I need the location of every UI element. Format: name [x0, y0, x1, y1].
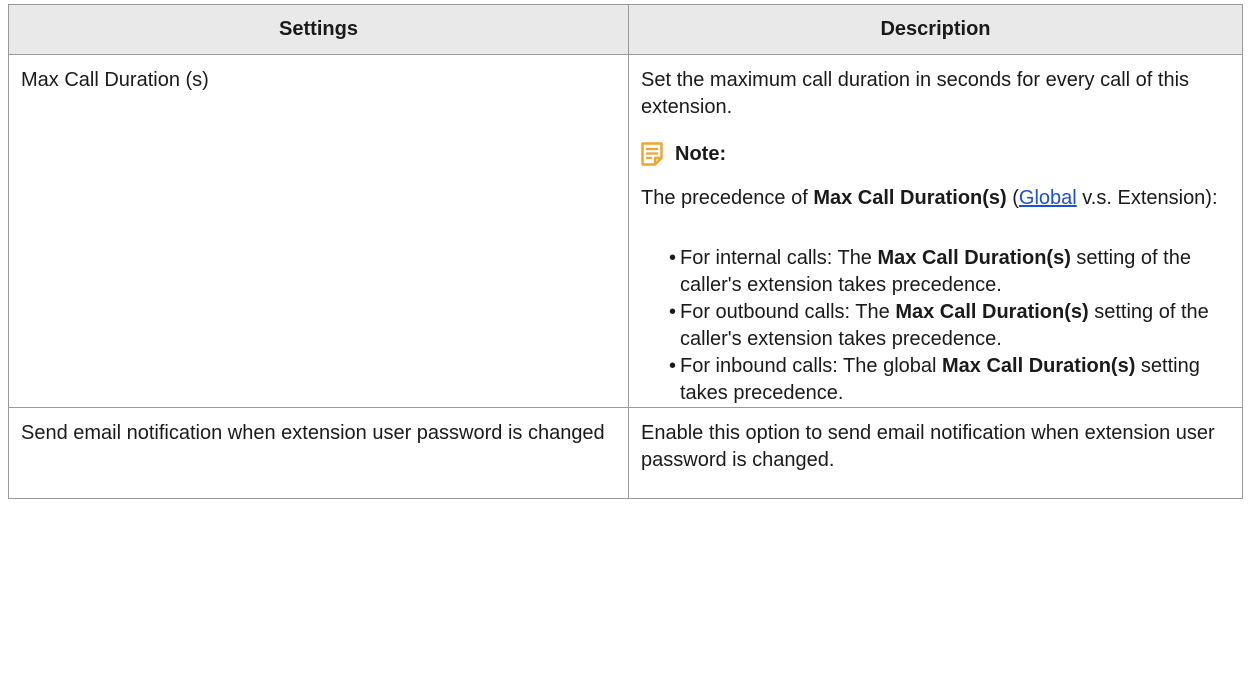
note-icon: [641, 142, 663, 166]
precedence-text: The precedence of Max Call Duration(s) (…: [641, 185, 1230, 212]
bullet-bold: Max Call Duration(s): [895, 301, 1089, 323]
bullet-bold: Max Call Duration(s): [877, 247, 1071, 269]
description-cell: Enable this option to send email notific…: [628, 407, 1243, 499]
bullet-text: For outbound calls: The: [680, 301, 896, 323]
table-row: Send email notification when extension u…: [8, 407, 1243, 499]
settings-table: Settings Description Max Call Duration (…: [8, 4, 1243, 499]
precedence-suffix: v.s. Extension):: [1076, 187, 1218, 209]
precedence-open-paren: (: [1006, 187, 1019, 209]
table-header-row: Settings Description: [8, 4, 1243, 55]
list-item: For internal calls: The Max Call Duratio…: [669, 245, 1230, 299]
bullet-text: For inbound calls: The global: [680, 355, 943, 377]
bullet-bold: Max Call Duration(s): [942, 355, 1136, 377]
table-row: Max Call Duration (s) Set the maximum ca…: [8, 54, 1243, 408]
setting-name-cell: Max Call Duration (s): [8, 54, 629, 408]
global-link[interactable]: Global: [1019, 187, 1077, 209]
bullet-text: For internal calls: The: [680, 247, 878, 269]
setting-name-cell: Send email notification when extension u…: [8, 407, 629, 499]
precedence-prefix: The precedence of: [641, 187, 814, 209]
header-description: Description: [628, 4, 1243, 55]
list-item: For inbound calls: The global Max Call D…: [669, 353, 1230, 407]
precedence-list: For internal calls: The Max Call Duratio…: [641, 245, 1230, 407]
list-item: For outbound calls: The Max Call Duratio…: [669, 299, 1230, 353]
header-settings: Settings: [8, 4, 629, 55]
description-cell: Set the maximum call duration in seconds…: [628, 54, 1243, 408]
precedence-term: Max Call Duration(s): [813, 187, 1007, 209]
description-text: Set the maximum call duration in seconds…: [641, 69, 1190, 118]
note-heading: Note:: [641, 137, 1230, 171]
note-label: Note:: [675, 142, 727, 165]
